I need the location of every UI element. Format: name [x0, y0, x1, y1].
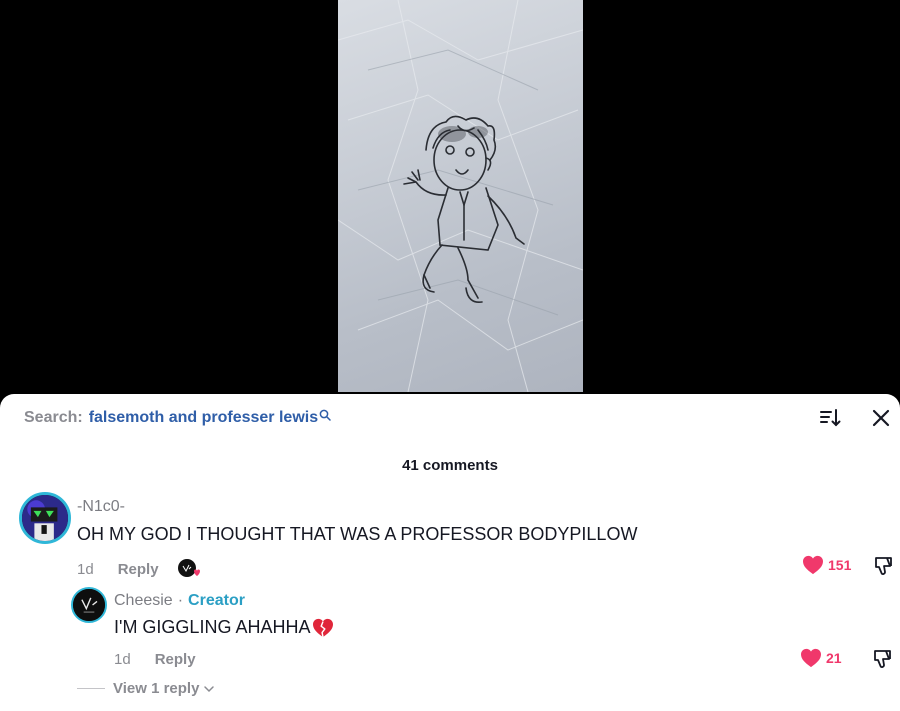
chevron-down-icon [204, 685, 215, 692]
reply-meta: 1d Reply [114, 651, 196, 668]
reply-button[interactable]: Reply [155, 651, 196, 668]
search-suggestion[interactable]: Search: falsemoth and professer lewis [24, 408, 331, 428]
reply-author-row: Cheesie · Creator [114, 592, 245, 610]
separator-dot: · [177, 592, 184, 609]
like-button[interactable]: 151 [802, 555, 851, 575]
search-icon [319, 409, 331, 421]
creator-badge: Creator [188, 592, 245, 609]
search-label: Search: [24, 409, 83, 426]
reply-text-row: I'M GIGGLING AHAHHA [114, 617, 334, 638]
dislike-icon[interactable] [872, 555, 894, 577]
video-player[interactable] [0, 0, 900, 395]
reply-text: I'M GIGGLING AHAHHA [114, 617, 311, 637]
view-replies-button[interactable]: View 1 reply [77, 680, 215, 697]
thread-divider [77, 688, 105, 689]
broken-heart-icon [313, 618, 334, 637]
comment-meta: 1d Reply [77, 558, 201, 580]
close-icon[interactable] [869, 406, 893, 430]
reply-time: 1d [114, 651, 131, 668]
view-replies-label: View 1 reply [113, 680, 200, 697]
pencil-sketch-image [338, 0, 583, 392]
sort-icon[interactable] [818, 406, 842, 430]
like-button[interactable]: 21 [800, 648, 842, 668]
reply-username[interactable]: Cheesie [114, 592, 173, 610]
like-count: 21 [826, 650, 842, 666]
avatar[interactable] [19, 492, 71, 544]
like-count: 151 [828, 557, 852, 573]
user-avatar-image [22, 495, 68, 541]
reply-button[interactable]: Reply [118, 561, 159, 578]
search-term-link[interactable]: falsemoth and professer lewis [89, 409, 318, 427]
comment-time: 1d [77, 560, 94, 578]
heart-icon [803, 555, 823, 575]
comment-username[interactable]: -N1c0- [77, 498, 125, 516]
creator-heart-icon [177, 559, 200, 577]
dislike-icon[interactable] [871, 648, 893, 670]
comments-count: 41 comments [402, 457, 498, 474]
avatar[interactable] [71, 587, 107, 623]
creator-avatar-image [73, 589, 105, 621]
video-frame-drawing [338, 0, 583, 392]
comments-panel: Search: falsemoth and professer lewis 41… [0, 394, 900, 711]
liked-by-creator-badge [177, 558, 201, 580]
heart-icon [801, 648, 821, 668]
comment-text: OH MY GOD I THOUGHT THAT WAS A PROFESSOR… [77, 524, 638, 544]
